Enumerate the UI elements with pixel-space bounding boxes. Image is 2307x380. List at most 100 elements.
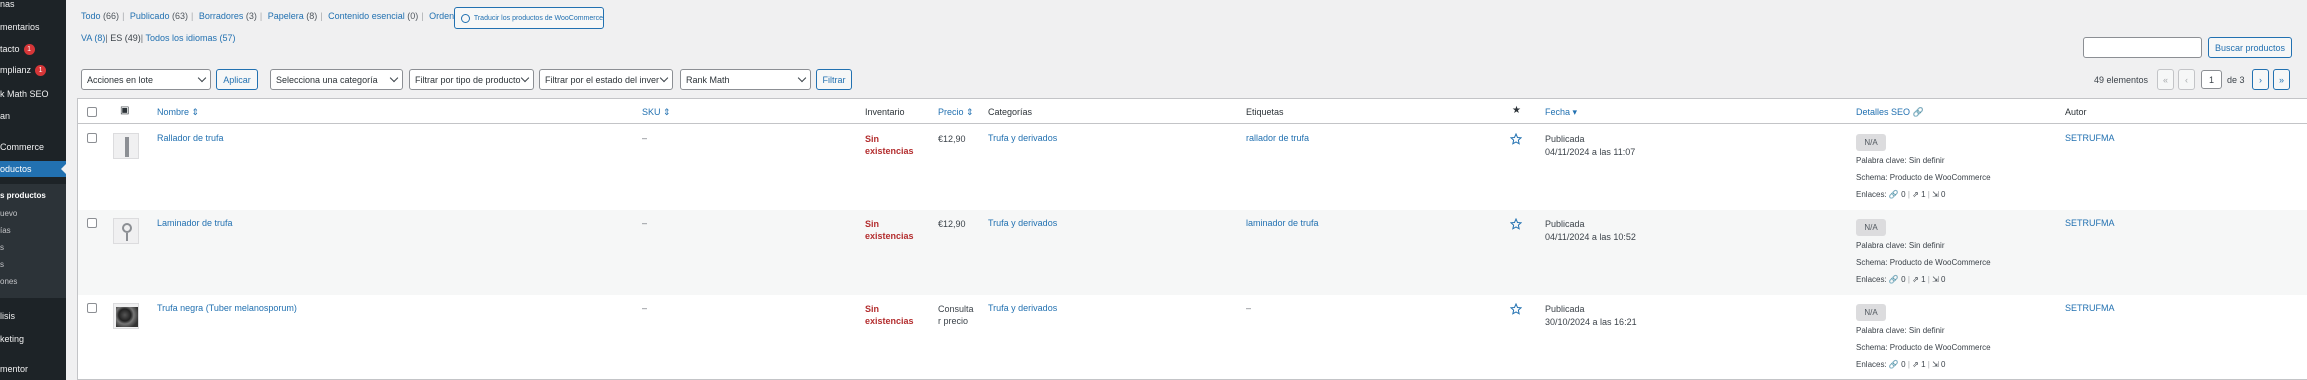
stock-status-line: existencias	[865, 316, 914, 326]
seo-keyword: Palabra clave: Sin definir	[1856, 326, 1945, 335]
publish-status: Publicada	[1545, 134, 1585, 144]
current-page-input[interactable]: 1	[2201, 70, 2222, 89]
seo-links: Enlaces: 🔗 0 | ⇗ 1 | ⇲ 0	[1856, 275, 1946, 284]
sidebar-item-rank-math[interactable]: k Math SEO	[0, 86, 66, 102]
product-author-link[interactable]: SETRUFMA	[2065, 303, 2115, 313]
featured-star-icon[interactable]	[1510, 303, 1522, 315]
translate-products-button[interactable]: Traducir los productos de WooCommerce	[454, 7, 604, 29]
sidebar-item-contacto[interactable]: tacto 1	[0, 41, 66, 57]
sidebar-item-paginas[interactable]: nas	[0, 0, 66, 12]
column-precio[interactable]: Precio ⇕	[938, 107, 974, 118]
lang-todos[interactable]: Todos los idiomas (57)	[145, 33, 235, 43]
translate-icon	[461, 13, 470, 23]
product-author-link[interactable]: SETRUFMA	[2065, 133, 2115, 143]
lang-es[interactable]: ES (49)	[110, 33, 141, 43]
seo-schema: Schema: Producto de WooCommerce	[1856, 258, 1991, 267]
product-category-link[interactable]: Trufa y derivados	[988, 303, 1057, 313]
stock-status-filter-select[interactable]: Filtrar por el estado del inver	[539, 69, 673, 90]
search-button[interactable]: Buscar productos	[2208, 37, 2292, 58]
product-name-link[interactable]: Laminador de trufa	[157, 218, 233, 228]
product-author-link[interactable]: SETRUFMA	[2065, 218, 2115, 228]
sidebar-item-label: nas	[0, 0, 15, 9]
next-page-button[interactable]: ›	[2252, 69, 2269, 90]
rank-math-filter-select[interactable]: Rank Math	[680, 69, 811, 90]
bulk-actions-select[interactable]: Acciones en lote	[81, 69, 211, 90]
lang-va[interactable]: VA (8)	[81, 33, 105, 43]
sidebar-item-comentarios[interactable]: mentarios	[0, 19, 66, 35]
column-nombre[interactable]: Nombre ⇕	[157, 107, 199, 118]
product-category-link[interactable]: Trufa y derivados	[988, 133, 1057, 143]
product-name-link[interactable]: Trufa negra (Tuber melanosporum)	[157, 303, 297, 313]
filter-borradores[interactable]: Borradores (3)	[199, 11, 257, 21]
featured-star-icon[interactable]: ★	[1512, 105, 1521, 116]
category-filter-select[interactable]: Selecciona una categoría	[270, 69, 403, 90]
submenu-item-atributos[interactable]: s	[0, 256, 66, 272]
seo-schema: Schema: Producto de WooCommerce	[1856, 343, 1991, 352]
product-tag-link[interactable]: laminador de trufa	[1246, 218, 1319, 228]
sidebar-item-elementor[interactable]: mentor	[0, 361, 66, 377]
select-all-checkbox[interactable]	[87, 107, 97, 117]
submenu-item-categorias[interactable]: ías	[0, 222, 66, 238]
sidebar-item-marketing[interactable]: keting	[0, 331, 66, 347]
product-thumbnail[interactable]	[113, 303, 139, 329]
stock-status: Sin existencias	[865, 303, 914, 327]
product-category-link[interactable]: Trufa y derivados	[988, 218, 1057, 228]
apply-button[interactable]: Aplicar	[216, 69, 258, 90]
sidebar-item-label: mentarios	[0, 22, 40, 32]
table-row: Trufa negra (Tuber melanosporum) – Sin ex…	[78, 295, 2307, 380]
row-checkbox[interactable]	[87, 303, 97, 313]
featured-star-icon[interactable]	[1510, 218, 1522, 230]
product-thumbnail[interactable]	[113, 133, 139, 159]
seo-schema: Schema: Producto de WooCommerce	[1856, 173, 1991, 182]
row-checkbox[interactable]	[87, 133, 97, 143]
sidebar-item-label: mentor	[0, 364, 29, 374]
column-detalles-seo[interactable]: Detalles SEO 🔗	[1856, 107, 1924, 118]
submenu-item-etiquetas[interactable]: s	[0, 239, 66, 255]
incoming-link-icon: ⇲	[1932, 190, 1939, 199]
internal-link-icon: 🔗	[1888, 190, 1899, 199]
product-tag-link[interactable]: rallador de trufa	[1246, 133, 1309, 143]
filter-papelera[interactable]: Papelera (8)	[268, 11, 318, 21]
filter-publicado[interactable]: Publicado (63)	[130, 11, 188, 21]
notification-badge: 1	[23, 43, 35, 55]
sidebar-item-an[interactable]: an	[0, 108, 66, 124]
last-page-button[interactable]: »	[2273, 69, 2290, 90]
submenu-item-label: ones	[0, 276, 18, 286]
search-input[interactable]	[2083, 37, 2202, 58]
sidebar-item-complianz[interactable]: mplianz 1	[0, 62, 66, 78]
table-row: Rallador de trufa – Sin existencias €12,9…	[78, 125, 2307, 210]
featured-star-icon[interactable]	[1510, 133, 1522, 145]
chevron-down-icon	[797, 73, 807, 83]
submenu-item-label: s	[0, 242, 4, 252]
product-type-filter-select[interactable]: Filtrar por tipo de producto	[409, 69, 534, 90]
external-link-icon: ⇗	[1912, 275, 1919, 284]
column-autor: Autor	[2065, 107, 2087, 117]
external-link-icon: ⇗	[1912, 190, 1919, 199]
prev-page-button[interactable]: ‹	[2178, 69, 2195, 90]
product-name-link[interactable]: Rallador de trufa	[157, 133, 224, 143]
sort-icon: ⇕	[191, 107, 200, 117]
sidebar-item-label: keting	[0, 334, 25, 344]
filter-contenido-esencial[interactable]: Contenido esencial (0)	[328, 11, 418, 21]
price-line: €12,90	[938, 219, 966, 229]
product-thumbnail[interactable]	[113, 218, 139, 244]
sidebar-item-woocommerce[interactable]: Commerce	[0, 139, 66, 155]
submenu-item-valoraciones[interactable]: ones	[0, 273, 66, 289]
filter-todo[interactable]: Todo (66)	[81, 11, 119, 21]
seo-score-badge: N/A	[1856, 134, 1886, 151]
submenu-item-nuevo[interactable]: uevo	[0, 205, 66, 221]
column-fecha[interactable]: Fecha ▾	[1545, 107, 1577, 118]
submenu-item-todos-productos[interactable]: s productos	[0, 187, 66, 203]
column-etiquetas: Etiquetas	[1246, 107, 1284, 117]
publish-date: Publicada 04/11/2024 a las 11:07	[1545, 133, 1635, 159]
column-sku[interactable]: SKU ⇕	[642, 107, 671, 118]
row-checkbox[interactable]	[87, 218, 97, 228]
filter-button[interactable]: Filtrar	[816, 69, 852, 90]
seo-links: Enlaces: 🔗 0 | ⇗ 1 | ⇲ 0	[1856, 360, 1946, 369]
first-page-button[interactable]: «	[2157, 69, 2174, 90]
product-sku: –	[642, 218, 648, 228]
sidebar-item-analisis[interactable]: lisis	[0, 308, 66, 324]
seo-score-badge: N/A	[1856, 304, 1886, 321]
sidebar-item-productos[interactable]: oductos	[0, 161, 66, 177]
publish-datetime: 04/11/2024 a las 11:07	[1545, 147, 1636, 157]
